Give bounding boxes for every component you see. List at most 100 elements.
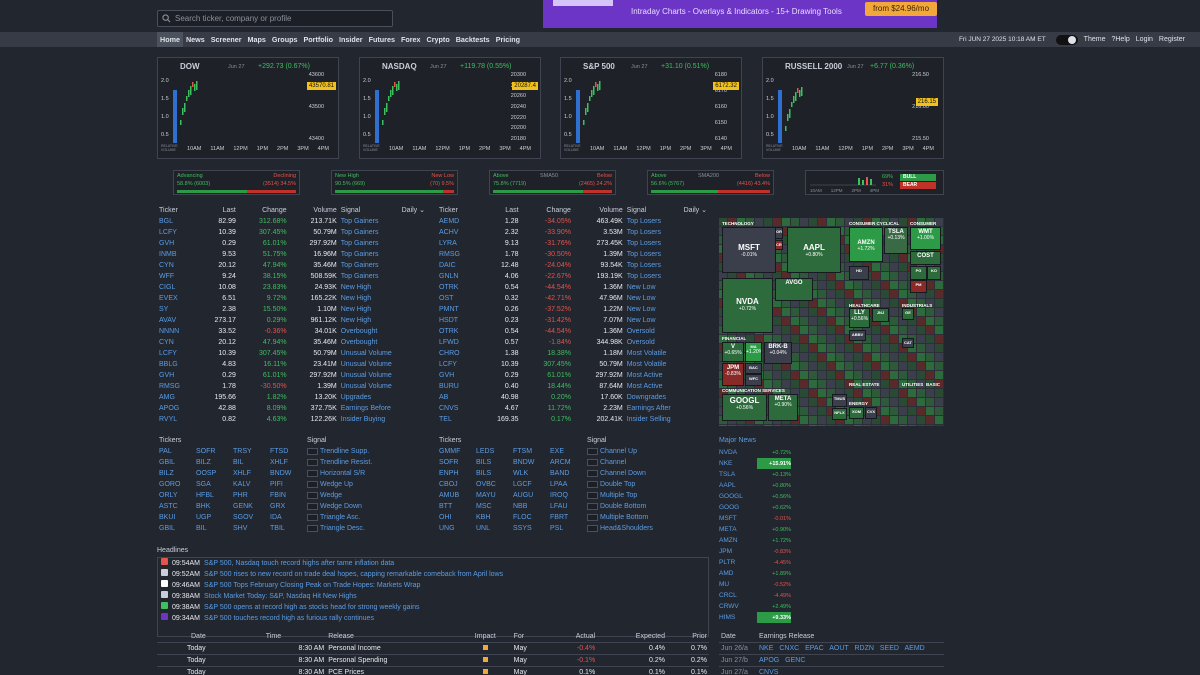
major-news-row[interactable]: CRCL -4.49% — [719, 590, 791, 601]
ticker-link[interactable]: EVEX — [157, 293, 197, 304]
ticker-link[interactable]: CNVS — [437, 403, 478, 414]
table-row[interactable]: DAIC 12.48 -24.04% 93.54K Top Losers — [437, 260, 709, 271]
major-news-row[interactable]: MU -0.52% — [719, 579, 791, 590]
index-card-sp500[interactable]: S&P 500 Jun 27 +31.10 (0.51%) 2.0 1.5 1.0 0.5 6… — [560, 57, 742, 159]
nav-crypto[interactable]: Crypto — [424, 32, 453, 47]
nav-home[interactable]: Home — [157, 32, 183, 47]
heatmap-tile[interactable]: HD — [849, 266, 869, 280]
period-select[interactable]: Daily ⌄ — [379, 205, 427, 216]
nav-groups[interactable]: Groups — [269, 32, 301, 47]
table-row[interactable]: LYRA 9.13 -31.76% 273.45K Top Losers — [437, 238, 709, 249]
ticker-link[interactable]: BIL — [194, 523, 231, 534]
ticker-link[interactable]: SOFR — [194, 446, 231, 457]
breadth-widget[interactable]: Above SMA200 Below 56.6% (5767) (4416) 43.4% — [647, 170, 774, 195]
major-news-row[interactable]: AAPL +0.80% — [719, 480, 791, 491]
signal-link[interactable]: Most Volatile — [625, 359, 709, 370]
ticker-link[interactable]: LCFY — [157, 227, 197, 238]
table-row[interactable]: CNVS 4.67 11.72% 2.23M Earnings After — [437, 403, 709, 414]
heatmap-tile[interactable]: KO — [927, 266, 941, 280]
heatmap-tile[interactable]: TSLA +0.13% — [884, 227, 908, 254]
signal-link[interactable]: Unusual Volume — [339, 370, 427, 381]
signal-link[interactable]: Unusual Volume — [339, 359, 427, 370]
calendar-row[interactable]: Today 8:30 AM Personal Income May -0.4% 0.4% 0… — [157, 642, 709, 655]
calendar-row[interactable]: Today 8:30 AM PCE Prices May 0.1% 0.1% 0.1% — [157, 666, 709, 675]
ticker-link[interactable]: ACHV — [437, 227, 478, 238]
ticker-link[interactable]: SOFR — [437, 457, 474, 468]
headline-row[interactable]: 09:34AM S&P 500 touches record high as fu… — [159, 613, 709, 624]
table-row[interactable]: GVH 0.29 61.01% 297.92M Top Gainers — [157, 238, 427, 249]
ticker-link[interactable]: GVH — [437, 370, 478, 381]
ticker-link[interactable]: TBIL — [268, 523, 305, 534]
pattern-signal[interactable]: Trendline Resist. — [305, 457, 427, 468]
heatmap-tile[interactable]: COST — [910, 251, 941, 265]
earnings-tickers[interactable]: NKE CNXC EPAC AOUT RDZN SEED AEMD — [757, 643, 944, 655]
login-link[interactable]: Login — [1136, 36, 1153, 43]
table-row[interactable]: CIGL 10.08 23.83% 24.93K New High — [157, 282, 427, 293]
ticker-link[interactable]: LCFY — [437, 359, 478, 370]
heatmap-tile[interactable]: LLY +0.56% — [849, 308, 870, 328]
col-last[interactable]: Last — [197, 205, 238, 216]
headline-row[interactable]: 09:54AM S&P 500, Nasdaq touch record high… — [159, 558, 709, 569]
heatmap-tile[interactable]: NVDA +0.72% — [722, 278, 773, 333]
ticker-link[interactable]: SSYS — [511, 523, 548, 534]
signal-link[interactable]: New High — [339, 282, 427, 293]
ticker-link[interactable]: KBH — [474, 512, 511, 523]
heatmap-tile[interactable]: AVGO — [775, 278, 813, 301]
index-card-nasdaq[interactable]: NASDAQ Jun 27 +119.78 (0.55%) 2.0 1.5 1.0 0.5 2… — [359, 57, 541, 159]
ticker-link[interactable]: PSL — [548, 523, 585, 534]
signal-link[interactable]: Top Losers — [625, 238, 709, 249]
heatmap-tile[interactable]: PM — [910, 280, 927, 293]
heatmap-tile[interactable]: META +0.90% — [768, 394, 798, 421]
table-row[interactable]: RMSG 1.78 -30.50% 1.39M Top Losers — [437, 249, 709, 260]
col-signal[interactable]: Signal — [625, 205, 664, 216]
signal-link[interactable]: Oversold — [625, 326, 709, 337]
heatmap-tile[interactable]: MA +1.20% — [745, 342, 762, 362]
ticker-link[interactable]: RMSG — [437, 249, 478, 260]
ticker-link[interactable]: GORO — [157, 479, 194, 490]
signal-link[interactable]: Oversold — [625, 337, 709, 348]
pattern-signal[interactable]: Triangle Asc. — [305, 512, 427, 523]
heatmap-tile[interactable]: ABBV — [849, 330, 866, 341]
heatmap-tile[interactable]: BRK-B +0.04% — [764, 342, 792, 364]
ad-price-button[interactable]: from $24.96/mo — [865, 2, 937, 16]
ticker-link[interactable]: UNG — [437, 523, 474, 534]
ticker-link[interactable]: IROQ — [548, 490, 585, 501]
heatmap-tile[interactable]: PG — [910, 266, 927, 280]
ticker-link[interactable]: DAIC — [437, 260, 478, 271]
ticker-link[interactable]: BKUI — [157, 512, 194, 523]
help-link[interactable]: ?Help — [1111, 36, 1129, 43]
heatmap-tile[interactable]: CRM — [775, 240, 783, 250]
headline-link[interactable]: S&P 500 touches record high as furious r… — [202, 613, 709, 624]
pattern-signal[interactable]: Channel Down — [585, 468, 709, 479]
signal-link[interactable]: Top Losers — [625, 271, 709, 282]
ticker-link[interactable]: NNNN — [157, 326, 197, 337]
ticker-link[interactable]: ASTC — [157, 501, 194, 512]
heatmap-tile[interactable]: NFLX — [832, 408, 847, 420]
table-row[interactable]: OTRK 0.54 -44.54% 1.36M Oversold — [437, 326, 709, 337]
ticker-link[interactable]: LCFY — [157, 348, 197, 359]
major-news-row[interactable]: GOOG +0.62% — [719, 502, 791, 513]
table-row[interactable]: AMG 195.66 1.82% 13.20K Upgrades — [157, 392, 427, 403]
sentiment-widget[interactable]: 10AM 12PM 2PM 4PM 69% 31% BULL BEAR — [805, 170, 944, 195]
signal-link[interactable]: Overbought — [339, 326, 427, 337]
table-row[interactable]: EVEX 6.51 9.72% 165.22K New High — [157, 293, 427, 304]
signal-link[interactable]: New Low — [625, 282, 709, 293]
ticker-link[interactable]: INMB — [157, 249, 197, 260]
nav-portfolio[interactable]: Portfolio — [300, 32, 336, 47]
major-news-row[interactable]: MSFT -0.01% — [719, 513, 791, 524]
signal-link[interactable]: Insider Selling — [625, 414, 709, 425]
ticker-link[interactable]: GBIL — [157, 523, 194, 534]
col-volume[interactable]: Volume — [573, 205, 625, 216]
ticker-link[interactable]: TRSY — [231, 446, 268, 457]
table-row[interactable]: LCFY 10.39 307.45% 50.79M Unusual Volume — [157, 348, 427, 359]
pattern-signal[interactable]: Channel Up — [585, 446, 709, 457]
nav-forex[interactable]: Forex — [398, 32, 424, 47]
table-row[interactable]: GVH 0.29 61.01% 297.92M Most Active — [437, 370, 709, 381]
table-row[interactable]: APOG 42.88 8.09% 372.75K Earnings Before — [157, 403, 427, 414]
signal-link[interactable]: Overbought — [339, 337, 427, 348]
ticker-link[interactable]: EXE — [548, 446, 585, 457]
signal-link[interactable]: Most Active — [625, 381, 709, 392]
col-last[interactable]: Last — [478, 205, 520, 216]
heatmap-tile[interactable]: XOM — [849, 407, 864, 419]
ticker-link[interactable]: BILS — [474, 457, 511, 468]
